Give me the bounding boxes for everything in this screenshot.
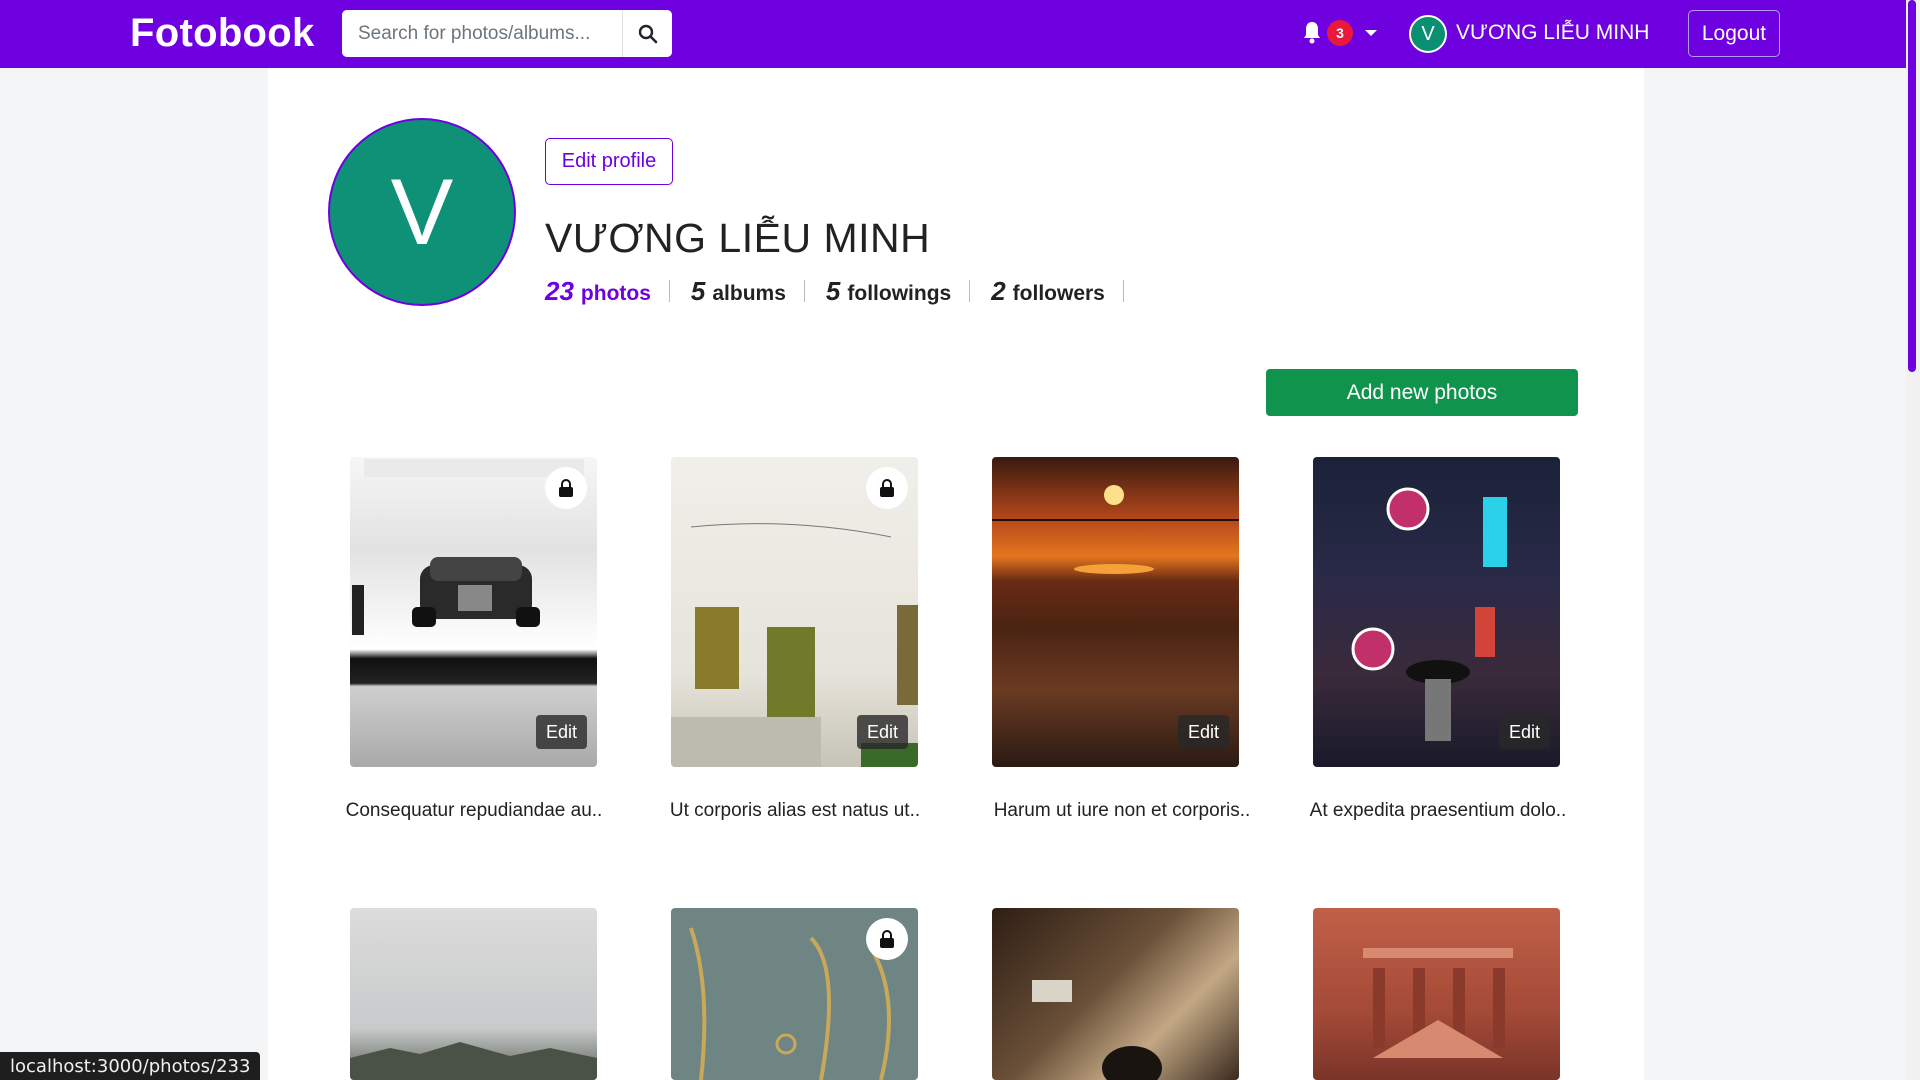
photo-card[interactable] bbox=[1313, 908, 1560, 1080]
search-button[interactable] bbox=[622, 10, 672, 57]
stat-followings-tab[interactable]: 5 followings bbox=[825, 276, 971, 306]
lock-icon bbox=[866, 467, 908, 509]
lock-icon bbox=[545, 467, 587, 509]
profile-avatar: V bbox=[328, 118, 516, 306]
stat-label: albums bbox=[712, 282, 786, 305]
stat-albums-tab[interactable]: 5 albums bbox=[690, 276, 805, 306]
photo-card[interactable]: Edit bbox=[671, 457, 918, 767]
bell-icon[interactable] bbox=[1302, 20, 1322, 46]
chevron-down-icon[interactable] bbox=[1365, 30, 1377, 36]
profile-name: VƯƠNG LIỄU MINH bbox=[545, 215, 931, 261]
stat-count: 5 bbox=[825, 276, 841, 306]
stat-count: 5 bbox=[690, 276, 706, 306]
search-form bbox=[342, 10, 672, 57]
photo-caption[interactable]: At expedita praesentium dolo.. bbox=[1278, 799, 1598, 823]
photo-caption[interactable]: Ut corporis alias est natus ut.. bbox=[635, 799, 955, 823]
petra-image bbox=[1363, 948, 1513, 1058]
stat-count: 2 bbox=[991, 276, 1006, 306]
lock-icon bbox=[866, 918, 908, 960]
brand-logo[interactable]: Fotobook bbox=[130, 10, 315, 56]
user-name-link[interactable]: VƯƠNG LIỄU MINH bbox=[1456, 20, 1649, 46]
photo-card[interactable]: Edit bbox=[992, 457, 1239, 767]
stat-followers-tab[interactable]: 2 followers bbox=[991, 276, 1124, 306]
user-avatar[interactable]: V bbox=[1409, 15, 1447, 53]
photo-card[interactable]: Edit bbox=[1313, 457, 1560, 767]
photo-caption[interactable]: Harum ut iure non et corporis.. bbox=[962, 799, 1282, 823]
photo-edit-button[interactable]: Edit bbox=[1498, 715, 1550, 749]
notification-badge[interactable]: 3 bbox=[1327, 20, 1353, 46]
stat-label: photos bbox=[580, 282, 651, 305]
stat-count: 23 bbox=[545, 276, 574, 306]
interior-image bbox=[1032, 980, 1162, 1080]
photo-edit-button[interactable]: Edit bbox=[535, 715, 587, 749]
photo-caption[interactable]: Consequatur repudiandae au.. bbox=[314, 799, 634, 823]
top-navbar: Fotobook 3 V VƯƠNG LIỄU MINH Logout bbox=[0, 0, 1920, 68]
photo-card[interactable] bbox=[992, 908, 1239, 1080]
edit-profile-button[interactable]: Edit profile bbox=[545, 138, 673, 185]
search-input[interactable] bbox=[342, 10, 620, 57]
stat-label: followers bbox=[1012, 282, 1105, 305]
mountain-image bbox=[350, 1042, 597, 1080]
profile-stats: 23 photos 5 albums 5 followings 2 follow… bbox=[545, 274, 1145, 308]
browser-status-url: localhost:3000/photos/233 bbox=[0, 1052, 261, 1080]
photo-edit-button[interactable]: Edit bbox=[1177, 715, 1229, 749]
add-new-photos-button[interactable]: Add new photos bbox=[1266, 369, 1578, 416]
logout-button[interactable]: Logout bbox=[1688, 10, 1780, 57]
scrollbar-thumb[interactable] bbox=[1908, 0, 1916, 372]
photo-card[interactable] bbox=[671, 908, 918, 1080]
photo-card[interactable]: Edit bbox=[350, 457, 597, 767]
search-icon bbox=[638, 24, 657, 43]
photo-edit-button[interactable]: Edit bbox=[856, 715, 908, 749]
stat-label: followings bbox=[847, 282, 952, 305]
photo-card[interactable] bbox=[350, 908, 597, 1080]
stat-photos-tab[interactable]: 23 photos bbox=[545, 276, 670, 306]
